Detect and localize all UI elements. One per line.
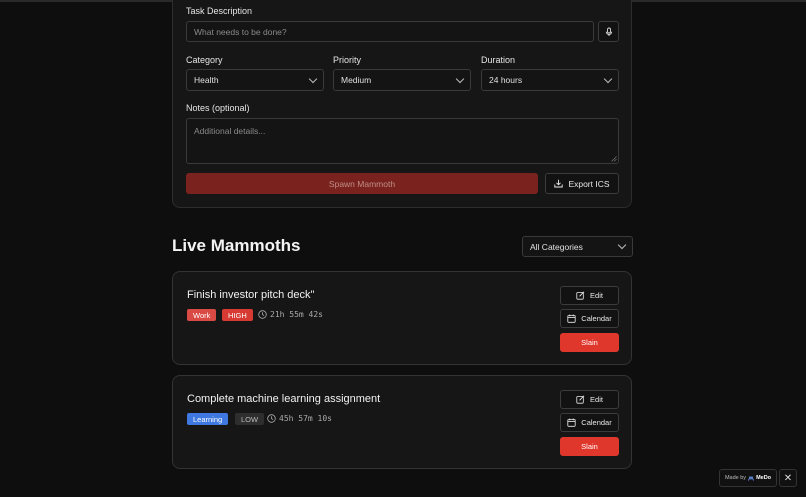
medo-logo-icon [748, 475, 754, 481]
mammoth-card: Finish investor pitch deck" Work HIGH 21… [172, 271, 632, 365]
close-icon: ✕ [783, 472, 793, 484]
task-description-input[interactable]: What needs to be done? [186, 21, 594, 42]
microphone-icon [605, 27, 612, 36]
spawn-mammoth-button[interactable]: Spawn Mammoth [186, 173, 538, 194]
calendar-label: Calendar [581, 314, 612, 323]
edit-label: Edit [590, 395, 603, 404]
edit-label: Edit [590, 291, 603, 300]
mammoth-title: Finish investor pitch deck" [187, 289, 315, 301]
edit-icon [576, 395, 585, 404]
notes-label: Notes (optional) [186, 103, 250, 113]
close-badge-button[interactable]: ✕ [779, 469, 797, 487]
category-select-value: Health [194, 75, 219, 85]
clock-icon [267, 414, 276, 423]
spawn-mammoth-label: Spawn Mammoth [328, 178, 396, 189]
category-badge: Learning [187, 413, 229, 425]
priority-badge: HIGH [222, 309, 253, 321]
notes-textarea[interactable]: Additional details... [186, 118, 619, 164]
category-filter-select[interactable]: All Categories [522, 236, 633, 257]
category-label: Category [186, 55, 223, 65]
export-ics-button[interactable]: Export ICS [545, 173, 619, 194]
resize-handle-icon[interactable] [611, 156, 617, 162]
priority-select[interactable]: Medium [333, 69, 471, 91]
chevron-down-icon [617, 240, 627, 250]
countdown-timer: 45h 57m 10s [267, 414, 332, 423]
live-mammoths-heading: Live Mammoths [172, 236, 301, 255]
category-select[interactable]: Health [186, 69, 324, 91]
calendar-icon [567, 418, 576, 427]
clock-icon [258, 310, 267, 319]
task-description-placeholder: What needs to be done? [194, 26, 287, 37]
voice-input-button[interactable] [598, 21, 619, 42]
countdown-value: 21h 55m 42s [270, 310, 323, 319]
notes-placeholder: Additional details... [194, 126, 266, 136]
duration-select-value: 24 hours [489, 75, 523, 85]
slain-button[interactable]: Slain [560, 437, 619, 456]
duration-select[interactable]: 24 hours [481, 69, 619, 91]
calendar-button[interactable]: Calendar [560, 413, 619, 432]
edit-button[interactable]: Edit [560, 390, 619, 409]
export-ics-label: Export ICS [568, 178, 610, 189]
calendar-label: Calendar [581, 418, 612, 427]
slain-button[interactable]: Slain [560, 333, 619, 352]
countdown-timer: 21h 55m 42s [258, 310, 323, 319]
calendar-icon [567, 314, 576, 323]
chevron-down-icon [455, 74, 465, 83]
category-filter-value: All Categories [530, 241, 583, 252]
mammoth-card: Complete machine learning assignment Lea… [172, 375, 632, 469]
download-icon [554, 179, 564, 188]
task-description-label: Task Description [186, 6, 253, 16]
priority-select-value: Medium [341, 75, 372, 85]
slain-label: Slain [581, 442, 598, 451]
chevron-down-icon [308, 74, 318, 83]
made-by-label: Made by [724, 475, 747, 481]
duration-label: Duration [481, 55, 516, 65]
priority-badge: LOW [235, 413, 265, 425]
calendar-button[interactable]: Calendar [560, 309, 619, 328]
countdown-value: 45h 57m 10s [279, 414, 332, 423]
chevron-down-icon [603, 74, 613, 83]
slain-label: Slain [581, 338, 598, 347]
edit-button[interactable]: Edit [560, 286, 619, 305]
made-by-badge[interactable]: Made by MeDo [719, 469, 777, 487]
priority-label: Priority [333, 55, 362, 65]
edit-icon [576, 291, 585, 300]
mammoth-title: Complete machine learning assignment [187, 393, 381, 405]
category-badge: Work [187, 309, 217, 321]
medo-brand: MeDo [756, 475, 772, 481]
